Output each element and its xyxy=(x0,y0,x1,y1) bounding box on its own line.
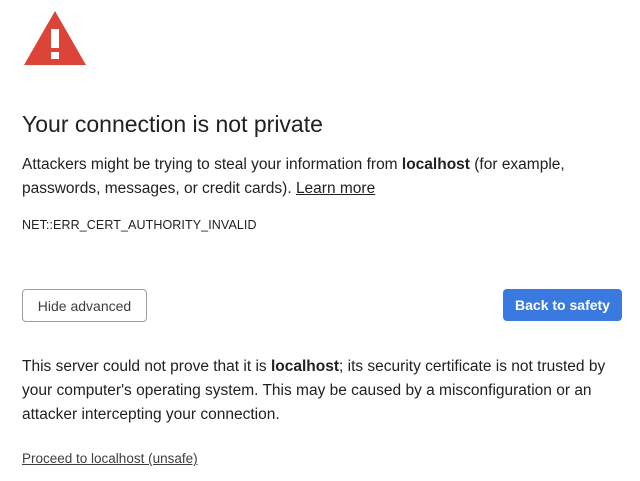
details-hostname: localhost xyxy=(270,358,340,375)
intro-hostname: localhost xyxy=(401,156,470,173)
learn-more-link[interactable]: Learn more xyxy=(296,180,375,197)
hide-advanced-button[interactable]: Hide advanced xyxy=(22,289,147,322)
intro-text-start: Attackers might be trying to steal your … xyxy=(22,156,402,173)
warning-icon xyxy=(24,11,86,65)
back-to-safety-button[interactable]: Back to safety xyxy=(503,289,622,321)
error-code: NET::ERR_CERT_AUTHORITY_INVALID xyxy=(22,218,257,232)
proceed-unsafe-link[interactable]: Proceed to localhost (unsafe) xyxy=(22,451,198,466)
interstitial-page: Your connection is not private Attackers… xyxy=(0,0,640,481)
proceed-container: Proceed to localhost (unsafe) xyxy=(22,451,198,466)
details-text-start: This server could not prove that it is xyxy=(22,358,271,375)
details-text: This server could not prove that it is l… xyxy=(22,355,628,427)
page-title: Your connection is not private xyxy=(22,111,323,137)
intro-text: Attackers might be trying to steal your … xyxy=(22,153,622,201)
